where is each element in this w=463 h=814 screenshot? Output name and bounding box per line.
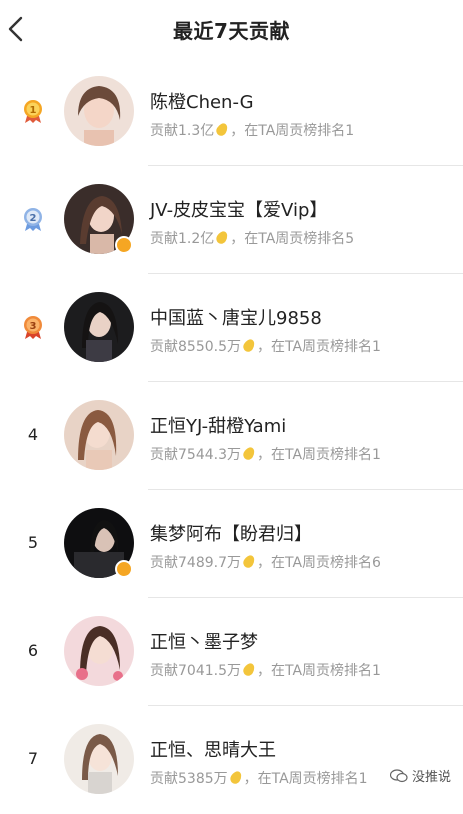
contribution-info: 贡献7489.7万 ，在TA周贡榜排名6 xyxy=(150,552,381,572)
contribution-amount: 贡献7544.3万 xyxy=(150,447,241,463)
page-title: 最近7天贡献 xyxy=(173,19,290,43)
list-item[interactable]: 1 陈橙Chen-G 贡献1.3亿 ，在TA周贡榜排名1 xyxy=(0,58,463,166)
coin-icon xyxy=(214,121,230,138)
weekly-rank-text: ，在TA周贡榜排名6 xyxy=(257,555,381,571)
coin-icon xyxy=(228,769,244,786)
watermark: 没推说 xyxy=(389,766,451,785)
contribution-amount: 贡献1.2亿 xyxy=(150,231,215,247)
contribution-info: 贡献5385万 ，在TA周贡榜排名1 xyxy=(150,768,368,788)
list-item[interactable]: 3 中国蓝丶唐宝儿9858 贡献8550.5万 ，在TA周贡榜排名1 xyxy=(0,274,463,382)
contribution-amount: 贡献7489.7万 xyxy=(150,555,241,571)
silver-medal-icon: 2 xyxy=(24,208,42,231)
contributor-name: 陈橙Chen-G xyxy=(150,92,254,113)
bronze-medal-icon: 3 xyxy=(24,316,42,339)
list-item[interactable]: 7 正恒、思晴大王 贡献5385万 ，在TA周贡榜排名1 xyxy=(0,706,463,814)
rank-number: 4 xyxy=(27,425,39,444)
contribution-amount: 贡献1.3亿 xyxy=(150,123,215,139)
contributor-name: 正恒、思晴大王 xyxy=(150,740,276,761)
live-badge-icon xyxy=(115,236,133,254)
weekly-rank-text: ，在TA周贡榜排名1 xyxy=(257,339,381,355)
contribution-info: 贡献1.2亿 ，在TA周贡榜排名5 xyxy=(150,228,354,248)
contribution-amount: 贡献7041.5万 xyxy=(150,663,241,679)
svg-text:2: 2 xyxy=(30,213,37,224)
weekly-rank-text: ，在TA周贡榜排名1 xyxy=(257,663,381,679)
contribution-info: 贡献1.3亿 ，在TA周贡榜排名1 xyxy=(150,120,354,140)
contributor-name: 集梦阿布【盼君归】 xyxy=(150,524,312,545)
coin-icon xyxy=(241,445,257,462)
coin-icon xyxy=(214,229,230,246)
header-bar: 最近7天贡献 xyxy=(0,0,463,58)
avatar[interactable] xyxy=(64,292,134,362)
weekly-rank-text: ，在TA周贡榜排名1 xyxy=(230,123,355,139)
avatar[interactable] xyxy=(64,616,134,686)
avatar[interactable] xyxy=(64,400,134,470)
live-badge-icon xyxy=(115,560,133,578)
rank-number: 7 xyxy=(27,749,39,768)
rank-number: 5 xyxy=(27,533,39,552)
wechat-icon xyxy=(389,768,408,782)
list-item[interactable]: 5 集梦阿布【盼君归】 贡献7489.7万 ，在TA周贡榜排名6 xyxy=(0,490,463,598)
contribution-info: 贡献7041.5万 ，在TA周贡榜排名1 xyxy=(150,660,381,680)
contribution-amount: 贡献5385万 xyxy=(150,771,228,787)
contributor-list: 1 陈橙Chen-G 贡献1.3亿 ，在TA周贡榜排名1 2 JV-皮皮宝宝【爱… xyxy=(0,58,463,814)
gold-medal-icon: 1 xyxy=(24,100,42,123)
contributor-name: 正恒YJ-甜橙Yami xyxy=(150,416,287,437)
svg-text:1: 1 xyxy=(30,105,37,116)
list-item[interactable]: 6 正恒丶墨子梦 贡献7041.5万 ，在TA周贡榜排名1 xyxy=(0,598,463,706)
coin-icon xyxy=(241,553,257,570)
svg-text:3: 3 xyxy=(30,321,37,332)
contribution-info: 贡献7544.3万 ，在TA周贡榜排名1 xyxy=(150,444,381,464)
avatar[interactable] xyxy=(64,724,134,794)
rank-number: 6 xyxy=(27,641,39,660)
watermark-text: 没推说 xyxy=(411,770,451,785)
contribution-info: 贡献8550.5万 ，在TA周贡榜排名1 xyxy=(150,336,381,356)
contributor-name: 中国蓝丶唐宝儿9858 xyxy=(150,308,322,329)
weekly-rank-text: ，在TA周贡榜排名1 xyxy=(243,771,368,787)
list-item[interactable]: 4 正恒YJ-甜橙Yami 贡献7544.3万 ，在TA周贡榜排名1 xyxy=(0,382,463,490)
coin-icon xyxy=(241,337,257,354)
weekly-rank-text: ，在TA周贡榜排名1 xyxy=(257,447,381,463)
contributor-name: 正恒丶墨子梦 xyxy=(150,632,258,653)
weekly-rank-text: ，在TA周贡榜排名5 xyxy=(230,231,355,247)
list-item[interactable]: 2 JV-皮皮宝宝【爱Vip】 贡献1.2亿 ，在TA周贡榜排名5 xyxy=(0,166,463,274)
contribution-amount: 贡献8550.5万 xyxy=(150,339,241,355)
avatar[interactable] xyxy=(64,76,134,146)
contributor-name: JV-皮皮宝宝【爱Vip】 xyxy=(150,200,328,221)
coin-icon xyxy=(241,661,257,678)
